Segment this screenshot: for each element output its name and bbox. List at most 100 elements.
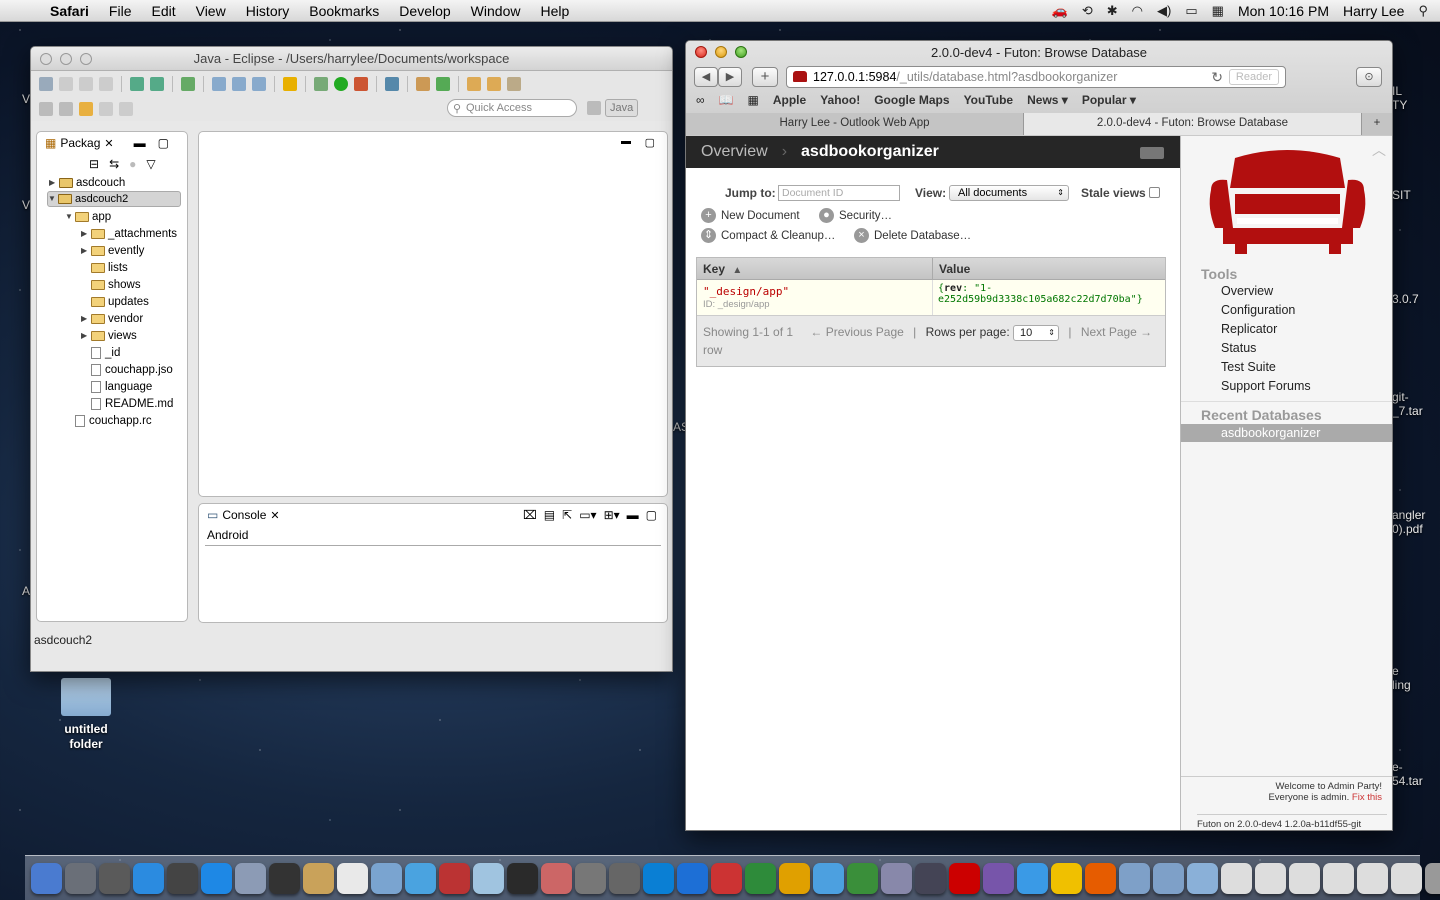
tab-futon[interactable]: 2.0.0-dev4 - Futon: Browse Database <box>1024 113 1362 135</box>
close-button[interactable] <box>40 52 52 65</box>
expand-arrow-icon[interactable]: ▶ <box>81 331 91 340</box>
dock-app-icon[interactable] <box>473 862 504 894</box>
dock-app-icon[interactable] <box>337 862 368 894</box>
android-sdk-icon[interactable] <box>130 77 144 91</box>
link-with-editor-icon[interactable]: ⇆ <box>109 157 119 171</box>
menu-window[interactable]: Window <box>461 3 531 19</box>
dock-app-icon[interactable] <box>1425 862 1440 894</box>
bluetooth-icon[interactable]: ✱ <box>1107 3 1118 19</box>
tree-item[interactable]: README.md <box>81 395 173 412</box>
menu-view[interactable]: View <box>186 3 236 19</box>
fix-this-link[interactable]: Fix this <box>1352 792 1382 803</box>
new-class-icon[interactable] <box>232 77 246 91</box>
dock-app-icon[interactable] <box>405 862 436 894</box>
dock-app-icon[interactable] <box>1255 862 1286 894</box>
save-icon[interactable] <box>59 77 73 91</box>
lint-icon[interactable] <box>181 77 195 91</box>
run-icon[interactable] <box>334 77 348 91</box>
tree-item[interactable]: ▶ evently <box>81 242 144 259</box>
forward-icon[interactable] <box>99 102 113 116</box>
desktop-folder[interactable]: untitled folder <box>52 678 120 752</box>
maximize-editor-icon[interactable]: ▢ <box>645 136 655 149</box>
dock-app-icon[interactable] <box>65 862 96 894</box>
maximize-console-icon[interactable]: ▢ <box>646 508 657 522</box>
top-sites-icon[interactable]: ▦ <box>748 93 759 107</box>
dock-app-icon[interactable] <box>541 862 572 894</box>
dock-app-icon[interactable] <box>303 862 334 894</box>
tree-item[interactable]: ▶ vendor <box>81 310 143 327</box>
close-tab-icon[interactable]: ✕ <box>104 137 113 150</box>
wifi-icon[interactable]: ◠ <box>1132 3 1143 19</box>
pin-console-icon[interactable]: ⇱ <box>562 508 572 522</box>
open-task-icon[interactable] <box>487 77 501 91</box>
next-page-link[interactable]: Next Page → <box>1081 325 1152 339</box>
tree-item[interactable]: ▼ app <box>65 208 111 225</box>
expand-arrow-icon[interactable]: ▶ <box>81 246 91 255</box>
debug-skip-icon[interactable] <box>385 77 399 91</box>
external-tools-icon[interactable] <box>354 77 368 91</box>
dock-app-icon[interactable] <box>711 862 742 894</box>
dock-app-icon[interactable] <box>1357 862 1388 894</box>
scroll-lock-icon[interactable]: ▤ <box>544 508 555 522</box>
dock-app-icon[interactable] <box>813 862 844 894</box>
new-project-icon[interactable] <box>212 77 226 91</box>
key-header[interactable]: Key ▲ <box>697 258 933 279</box>
dock-app-icon[interactable] <box>1119 862 1150 894</box>
minimize-console-icon[interactable]: ▬ <box>627 508 639 522</box>
tree-item[interactable]: lists <box>81 259 128 276</box>
menu-develop[interactable]: Develop <box>389 3 460 19</box>
bookmarks-icon[interactable]: 📖 <box>719 93 734 107</box>
calendar-icon[interactable]: ▦ <box>1212 3 1224 19</box>
tree-item[interactable]: ▶ _attachments <box>81 225 177 242</box>
time-machine-icon[interactable]: ⟲ <box>1082 3 1093 19</box>
menu-file[interactable]: File <box>99 3 142 19</box>
collapse-all-icon[interactable]: ⊟ <box>89 157 99 171</box>
minimize-button[interactable] <box>715 46 727 58</box>
car-status-icon[interactable]: 🚗 <box>1052 3 1068 19</box>
tree-item[interactable]: ▶ asdcouch <box>49 174 125 191</box>
zoom-button[interactable] <box>80 52 92 65</box>
open-console-icon[interactable]: ⊞▾ <box>604 508 620 522</box>
dock-app-icon[interactable] <box>269 862 300 894</box>
new-icon[interactable] <box>39 77 53 91</box>
tool-replicator[interactable]: Replicator <box>1221 322 1277 336</box>
new-package-icon[interactable] <box>416 77 430 91</box>
tool-support-forums[interactable]: Support Forums <box>1221 379 1311 393</box>
print-icon[interactable] <box>99 77 113 91</box>
tree-item[interactable]: ▼ asdcouch2 <box>47 191 181 207</box>
bookmark-popular[interactable]: Popular ▾ <box>1082 93 1136 107</box>
breadcrumb-overview[interactable]: Overview <box>686 143 768 161</box>
dock-app-icon[interactable] <box>1221 862 1252 894</box>
dock-app-icon[interactable] <box>609 862 640 894</box>
maximize-view-icon[interactable]: ▢ <box>158 136 169 150</box>
package-explorer-tab[interactable]: ▦ Packag ✕ ▬ ▢ <box>37 132 187 154</box>
close-console-icon[interactable]: ✕ <box>270 509 279 522</box>
battery-icon[interactable]: ▭ <box>1185 3 1197 19</box>
close-button[interactable] <box>695 46 707 58</box>
stale-views-checkbox[interactable] <box>1149 187 1160 198</box>
reading-list-icon[interactable]: ∞ <box>696 93 705 107</box>
save-all-icon[interactable] <box>79 77 93 91</box>
tree-item[interactable]: _id <box>81 344 120 361</box>
dock-app-icon[interactable] <box>1153 862 1184 894</box>
dock-app-icon[interactable] <box>133 862 164 894</box>
new-tab-button[interactable]: + <box>1362 113 1392 135</box>
security-button[interactable]: ● Security… <box>819 208 892 223</box>
minimize-view-icon[interactable]: ▬ <box>134 136 146 150</box>
dock-app-icon[interactable] <box>983 862 1014 894</box>
dock-app-icon[interactable] <box>915 862 946 894</box>
menu-help[interactable]: Help <box>530 3 579 19</box>
dock-app-icon[interactable] <box>847 862 878 894</box>
dock-app-icon[interactable] <box>1017 862 1048 894</box>
compact-button[interactable]: ⇕ Compact & Cleanup… <box>701 228 835 243</box>
dock-app-icon[interactable] <box>167 862 198 894</box>
dock-app-icon[interactable] <box>371 862 402 894</box>
row-key[interactable]: "_design/app" <box>703 285 926 298</box>
dock-app-icon[interactable] <box>31 862 62 894</box>
minimize-editor-icon[interactable]: ▬ <box>621 136 631 147</box>
bookmark-google-maps[interactable]: Google Maps <box>874 93 949 107</box>
search-tool-icon[interactable] <box>507 77 521 91</box>
downloads-button[interactable]: ⊙ <box>1356 67 1382 87</box>
tree-item[interactable]: couchapp.jso <box>81 361 173 378</box>
recent-database-item[interactable]: asdbookorganizer <box>1181 424 1392 442</box>
